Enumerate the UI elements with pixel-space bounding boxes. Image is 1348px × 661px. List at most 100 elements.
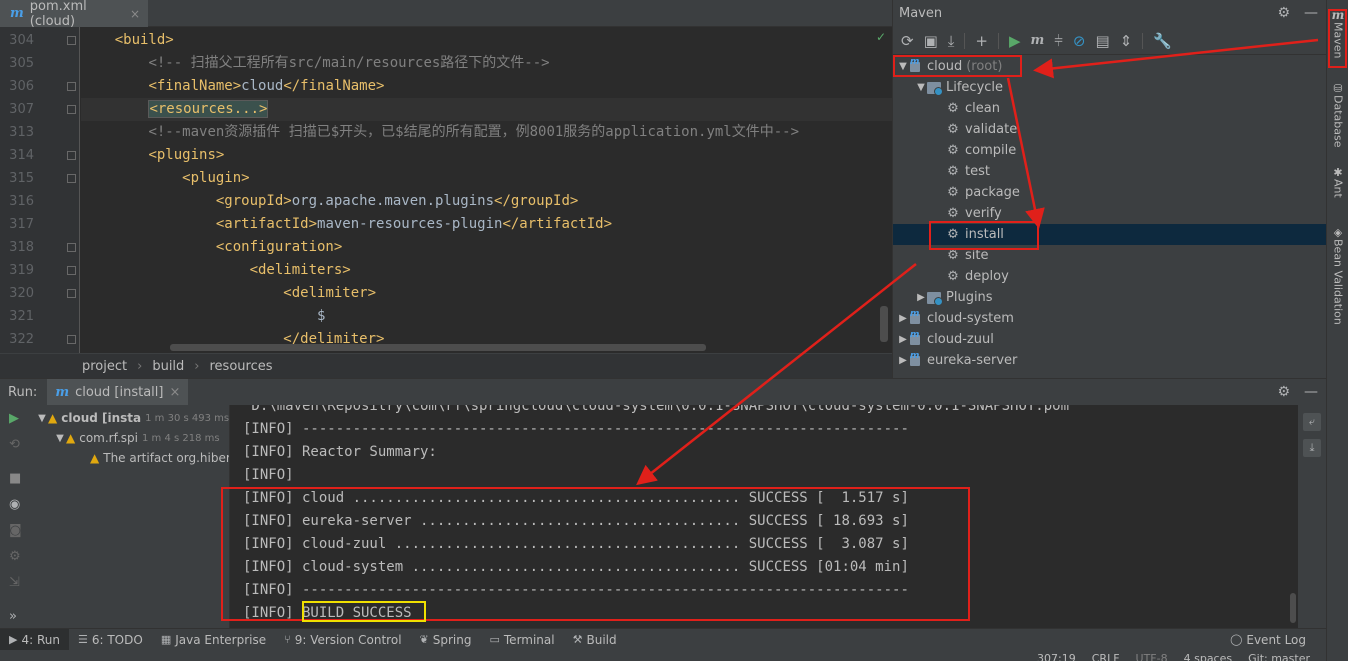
- tool-window-4-run[interactable]: ▶ 4: Run: [0, 628, 69, 651]
- add-icon[interactable]: +: [975, 32, 988, 50]
- tool-window-build[interactable]: ⚒ Build: [564, 629, 626, 651]
- scroll-to-end-icon[interactable]: ⤓: [1303, 439, 1321, 457]
- generate-sources-icon[interactable]: ▣: [924, 32, 938, 50]
- chevron-down-icon[interactable]: ▼: [54, 433, 66, 444]
- editor-horizontal-scrollbar[interactable]: [170, 344, 706, 351]
- tool-window-spring[interactable]: ❦ Spring: [411, 629, 481, 651]
- indent-setting[interactable]: 4 spaces: [1184, 652, 1233, 661]
- tool-window-9-version-control[interactable]: ⑂ 9: Version Control: [275, 629, 410, 651]
- breadcrumb-item[interactable]: build: [152, 359, 184, 374]
- caret-position[interactable]: 307:19: [1037, 652, 1076, 661]
- settings-icon[interactable]: ⚙: [9, 549, 21, 564]
- download-icon[interactable]: ⤓: [948, 32, 955, 50]
- soft-wrap-icon[interactable]: ⤶: [1303, 413, 1321, 431]
- run-minimize-icon[interactable]: —: [1304, 384, 1318, 400]
- editor-vertical-scrollbar[interactable]: [880, 306, 888, 342]
- fold-marker[interactable]: [67, 105, 76, 114]
- editor-tab-bar: m pom.xml (cloud) ×: [0, 0, 892, 29]
- fold-marker[interactable]: [67, 243, 76, 252]
- chevron-right-icon[interactable]: ▶: [897, 355, 909, 366]
- tool-window-terminal[interactable]: ▭ Terminal: [480, 629, 563, 651]
- wrench-icon[interactable]: 🔧: [1153, 32, 1172, 50]
- git-branch[interactable]: Git: master: [1248, 652, 1310, 661]
- tool-window-6-todo[interactable]: ☰ 6: TODO: [69, 629, 152, 651]
- run-icon[interactable]: ▶: [1009, 32, 1021, 50]
- maven-tree-node-compile[interactable]: ⚙ compile: [893, 140, 1327, 161]
- camera-icon[interactable]: ◙: [9, 523, 22, 538]
- line-number: 317: [9, 217, 34, 232]
- maven-tree-node-package[interactable]: ⚙ package: [893, 182, 1327, 203]
- export-icon[interactable]: ⇲: [9, 575, 20, 590]
- chevron-down-icon[interactable]: ▼: [36, 413, 48, 424]
- line-separator[interactable]: CRLF: [1092, 652, 1120, 661]
- chevron-right-icon[interactable]: ▶: [915, 292, 927, 303]
- console-scrollbar[interactable]: [1290, 593, 1296, 623]
- run-tab-cloud-install[interactable]: m cloud [install] ×: [47, 379, 189, 405]
- maven-tree-label: Lifecycle: [946, 80, 1004, 95]
- tab-title: pom.xml (cloud): [29, 0, 87, 29]
- run-duration: 1 m 4 s 218 ms: [141, 432, 220, 444]
- breadcrumb-item[interactable]: resources: [210, 359, 273, 374]
- run-tree-item[interactable]: ▼ ▲ com.rf.spi 1 m 4 s 218 ms: [54, 428, 220, 448]
- maven-tree-node-deploy[interactable]: ⚙ deploy: [893, 266, 1327, 287]
- fold-marker[interactable]: [67, 36, 76, 45]
- minimize-icon[interactable]: —: [1304, 5, 1318, 21]
- event-log-button[interactable]: ◯ Event Log: [1230, 633, 1326, 647]
- maven-tree-node-cloud-system[interactable]: ▶ cloud-system: [893, 308, 1327, 329]
- rerun-icon[interactable]: ▶: [9, 411, 19, 426]
- maven-tree-label: validate: [965, 122, 1018, 137]
- rerun-failed-icon[interactable]: ⟲: [9, 437, 20, 452]
- chevron-right-icon[interactable]: ▶: [897, 313, 909, 324]
- chevron-down-icon[interactable]: ▼: [915, 82, 927, 93]
- fold-marker[interactable]: [67, 335, 76, 344]
- fold-marker[interactable]: [67, 289, 76, 298]
- fold-marker[interactable]: [67, 151, 76, 160]
- more-icon[interactable]: »: [9, 609, 17, 624]
- maven-tree-node-clean[interactable]: ⚙ clean: [893, 98, 1327, 119]
- maven-tree-node-cloud-zuul[interactable]: ▶ cloud-zuul: [893, 329, 1327, 350]
- fold-marker[interactable]: [67, 174, 76, 183]
- code-tag: <plugin>: [182, 170, 250, 186]
- code-text: maven-resources-plugin: [317, 216, 503, 232]
- ant-side-tab[interactable]: ✱ Ant: [1327, 166, 1348, 198]
- tab-pom-xml[interactable]: m pom.xml (cloud) ×: [0, 0, 148, 29]
- database-side-tab[interactable]: ⛁ Database: [1327, 82, 1348, 148]
- maven-tree-node-Lifecycle[interactable]: ▼ Lifecycle: [893, 77, 1327, 98]
- reload-icon[interactable]: ⟳: [901, 32, 914, 50]
- execute-goal-icon[interactable]: m: [1031, 33, 1045, 48]
- maven-tree-node-Plugins[interactable]: ▶ Plugins: [893, 287, 1327, 308]
- annotation-box-maven-tab: [1328, 9, 1347, 68]
- maven-tree-label: site: [965, 248, 989, 263]
- breadcrumb-item[interactable]: project: [82, 359, 127, 374]
- tool-window-java-enterprise[interactable]: ▦ Java Enterprise: [152, 629, 275, 651]
- settings-gear-icon[interactable]: ⚙: [1277, 5, 1290, 21]
- run-tree-item[interactable]: ▼ ▲ cloud [insta 1 m 30 s 493 ms: [36, 408, 229, 428]
- fold-marker[interactable]: [67, 266, 76, 275]
- skip-tests-icon[interactable]: ⊘: [1073, 32, 1086, 50]
- show-icon[interactable]: ◉: [9, 497, 20, 512]
- toggle-offline-icon[interactable]: ⫩: [1054, 32, 1063, 50]
- lifecycle-goal-gear-icon: ⚙: [947, 143, 959, 158]
- close-run-tab-icon[interactable]: ×: [169, 385, 180, 400]
- chevron-right-icon[interactable]: ▶: [897, 334, 909, 345]
- show-dependencies-icon[interactable]: ▤: [1096, 32, 1110, 50]
- maven-toolbar: ⟳ ▣ ⤓ + ▶ m ⫩ ⊘ ▤ ⇕ 🔧: [893, 27, 1326, 55]
- code-line: <!--maven资源插件 扫描已$开头，已$结尾的所有配置，例8001服务的a…: [81, 121, 892, 144]
- collapse-all-icon[interactable]: ⇕: [1120, 32, 1133, 50]
- code-area[interactable]: <build> <!-- 扫描父工程所有src/main/resources路径…: [81, 27, 892, 353]
- run-settings-gear-icon[interactable]: ⚙: [1277, 384, 1290, 400]
- run-tree-item[interactable]: ▲ The artifact org.hiber: [90, 448, 229, 468]
- line-number: 315: [9, 171, 34, 186]
- warning-icon: ▲: [90, 451, 100, 465]
- tool-window-icon: ⚒: [572, 633, 583, 646]
- maven-tree-node-validate[interactable]: ⚙ validate: [893, 119, 1327, 140]
- close-tab-icon[interactable]: ×: [130, 7, 140, 21]
- maven-tree-node-eureka-server[interactable]: ▶ eureka-server: [893, 350, 1327, 371]
- stop-icon[interactable]: ■: [9, 471, 21, 486]
- maven-tree-node-test[interactable]: ⚙ test: [893, 161, 1327, 182]
- file-encoding[interactable]: UTF-8: [1136, 652, 1168, 661]
- fold-marker[interactable]: [67, 82, 76, 91]
- lifecycle-goal-gear-icon: ⚙: [947, 122, 959, 137]
- bean-validation-side-tab[interactable]: ◈ Bean Validation: [1327, 226, 1348, 325]
- tool-window-label: 4: Run: [21, 632, 60, 647]
